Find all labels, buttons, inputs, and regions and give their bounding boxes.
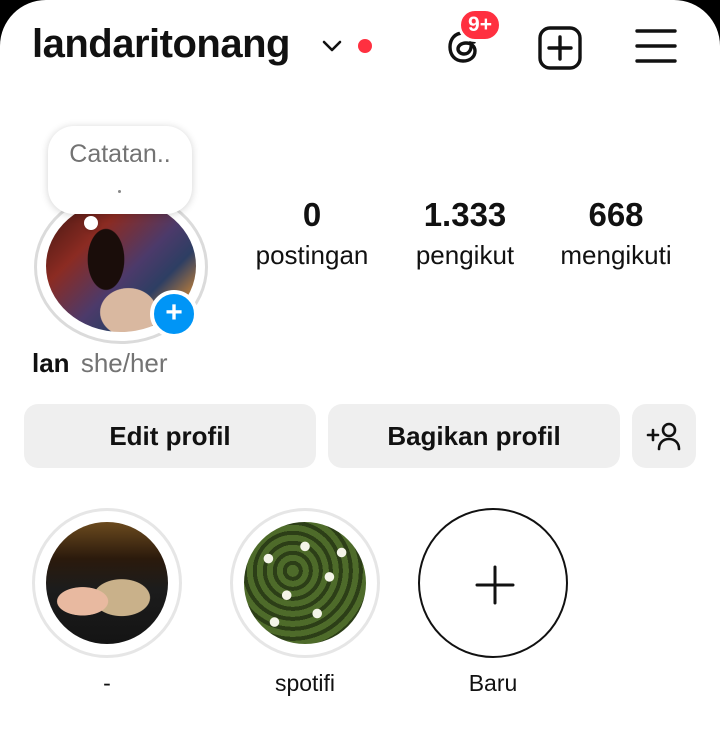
highlight-item[interactable]: -	[32, 508, 182, 697]
unread-dot	[358, 39, 372, 53]
share-profile-button[interactable]: Bagikan profil	[328, 404, 620, 468]
edit-profile-button[interactable]: Edit profil	[24, 404, 316, 468]
highlight-cover	[244, 522, 366, 644]
username-switcher[interactable]: landaritonang	[32, 22, 290, 67]
stat-label: mengikuti	[560, 240, 672, 270]
stat-posts[interactable]: 0 postingan	[248, 196, 376, 271]
stat-value: 0	[302, 196, 322, 233]
new-highlight[interactable]: Baru	[418, 508, 568, 697]
profile-screen: landaritonang 9+ + Catatan.. 0 postingan…	[0, 0, 720, 729]
menu-icon[interactable]	[634, 26, 678, 66]
highlight-label: -	[103, 670, 111, 696]
add-user-icon	[646, 422, 681, 451]
stat-following[interactable]: 668 mengikuti	[552, 196, 680, 271]
highlight-ring	[32, 508, 182, 658]
new-post-icon[interactable]	[536, 24, 584, 72]
notification-badge: 9+	[458, 8, 502, 42]
profile-name: lan	[32, 348, 70, 378]
note-bubble[interactable]: Catatan..	[48, 126, 192, 214]
stat-label: pengikut	[415, 240, 515, 270]
stat-value: 1.333	[423, 196, 507, 233]
note-tail	[84, 216, 98, 230]
highlight-item[interactable]: spotifi	[230, 508, 380, 697]
highlight-label: Baru	[468, 670, 518, 696]
highlight-cover	[46, 522, 168, 644]
highlight-label: spotifi	[274, 670, 336, 696]
stat-followers[interactable]: 1.333 pengikut	[406, 196, 524, 271]
note-text: Catatan..	[69, 140, 171, 168]
profile-name-line: lan she/her	[32, 348, 168, 379]
new-highlight-ring	[418, 508, 568, 658]
add-story-icon[interactable]: +	[150, 290, 198, 338]
stat-value: 668	[588, 196, 644, 233]
note-dot	[118, 190, 121, 193]
add-user-button[interactable]	[632, 404, 696, 468]
highlight-ring	[230, 508, 380, 658]
chevron-down-icon[interactable]	[320, 36, 344, 56]
pronouns: she/her	[80, 348, 168, 378]
stat-label: postingan	[255, 240, 369, 270]
plus-icon	[475, 565, 515, 605]
